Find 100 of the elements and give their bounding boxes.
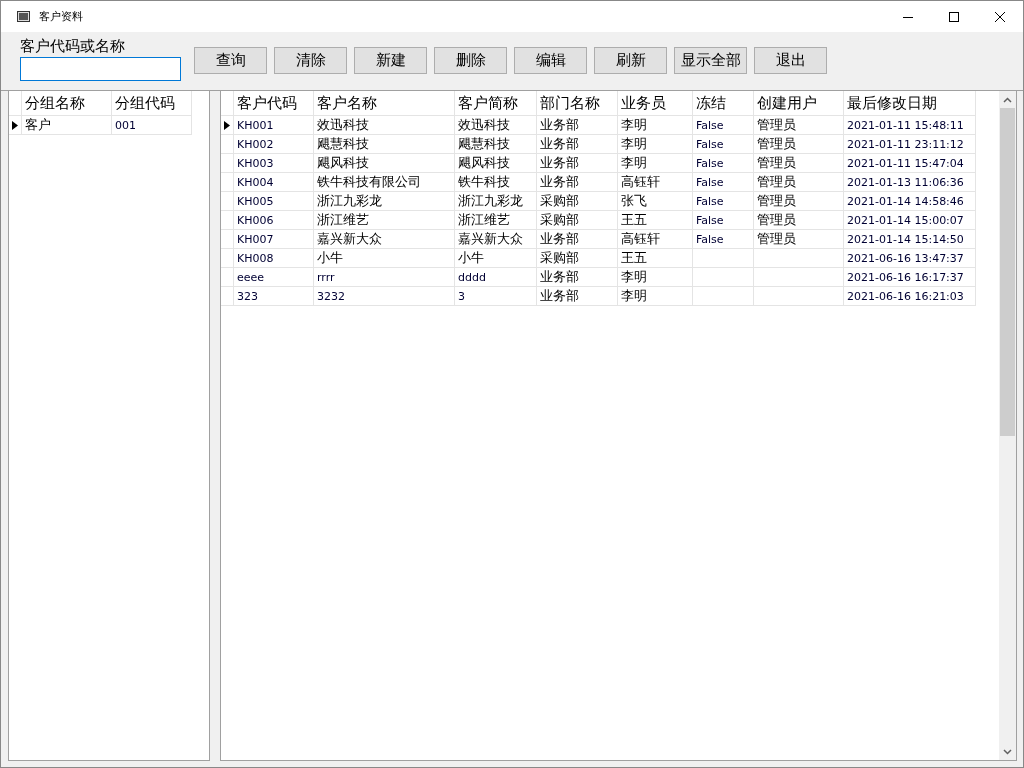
customer-cell: 小牛 [458, 250, 484, 265]
table-row[interactable]: KH001 效迅科技 效迅科技 业务部 李明 False 管理员 2021-01-11 15:48:11 [221, 115, 976, 135]
customer-cell: 管理员 [757, 231, 796, 246]
scrollbar-thumb[interactable] [1000, 108, 1015, 436]
customer-cell: False [696, 156, 724, 170]
customer-cell: 飓慧科技 [458, 136, 510, 151]
toolbar-button[interactable]: 新建 [354, 47, 427, 74]
customer-cell: 2021-01-14 15:14:50 [847, 232, 964, 246]
customer-cell: 采购部 [540, 250, 579, 265]
customer-cell: 管理员 [757, 174, 796, 189]
customer-cell: 高钰轩 [621, 231, 660, 246]
customer-cell: 铁牛科技 [458, 174, 510, 189]
customer-cell: rrrr [317, 270, 335, 284]
customer-cell: KH002 [237, 137, 274, 151]
customer-cell: 管理员 [757, 117, 796, 132]
group-cell: 客户 [25, 117, 51, 132]
table-row[interactable]: KH002 飓慧科技 飓慧科技 业务部 李明 False 管理员 2021-01-11 23:11:12 [221, 134, 976, 154]
customer-cell: False [696, 232, 724, 246]
customer-cell: False [696, 137, 724, 151]
toolbar-button[interactable]: 编辑 [514, 47, 587, 74]
customer-cell: 李明 [621, 269, 647, 284]
customer-cell: 2021-01-11 23:11:12 [847, 137, 964, 151]
column-header[interactable]: 部门名称 [536, 91, 618, 116]
customer-cell: 管理员 [757, 212, 796, 227]
customer-cell: 3232 [317, 289, 345, 303]
customer-cell: 铁牛科技有限公司 [317, 174, 421, 189]
column-header[interactable]: 分组代码 [111, 91, 192, 116]
current-row-icon [12, 120, 18, 130]
table-row[interactable]: 323 3232 3 业务部 李明 2021-06-16 16:21:03 [221, 286, 976, 306]
toolbar-button[interactable]: 退出 [754, 47, 827, 74]
customer-cell: 管理员 [757, 136, 796, 151]
table-row[interactable]: KH008 小牛 小牛 采购部 王五 2021-06-16 13:47:37 [221, 248, 976, 268]
customer-cell: KH008 [237, 251, 274, 265]
table-row[interactable]: KH004 铁牛科技有限公司 铁牛科技 业务部 高钰轩 False 管理员 2021-01-13 11:06:36 [221, 172, 976, 192]
column-header[interactable]: 客户代码 [233, 91, 314, 116]
customer-cell: KH003 [237, 156, 274, 170]
column-header[interactable]: 最后修改日期 [843, 91, 976, 116]
column-header[interactable]: 创建用户 [753, 91, 844, 116]
customer-cell: 2021-01-13 11:06:36 [847, 175, 964, 189]
customer-cell: 2021-01-14 15:00:07 [847, 213, 964, 227]
table-row[interactable]: eeee rrrr dddd 业务部 李明 2021-06-16 16:17:37 [221, 267, 976, 287]
customer-cell: 高钰轩 [621, 174, 660, 189]
customer-cell: 采购部 [540, 212, 579, 227]
window-title: 客户资料 [39, 9, 84, 24]
search-field[interactable] [20, 57, 181, 81]
column-header[interactable]: 业务员 [617, 91, 693, 116]
customer-cell: 管理员 [757, 193, 796, 208]
customer-cell: False [696, 194, 724, 208]
customer-cell: 效迅科技 [317, 117, 369, 132]
customer-cell: 李明 [621, 155, 647, 170]
customer-cell: False [696, 213, 724, 227]
customer-cell: 2021-01-11 15:47:04 [847, 156, 964, 170]
customer-cell: KH007 [237, 232, 274, 246]
customer-cell: 飓风科技 [317, 155, 369, 170]
table-row[interactable]: KH006 浙江维艺 浙江维艺 采购部 王五 False 管理员 2021-01-14 15:00:07 [221, 210, 976, 230]
customer-cell: dddd [458, 270, 486, 284]
customer-cell: 业务部 [540, 136, 579, 151]
column-header[interactable]: 客户简称 [454, 91, 537, 116]
customer-cell: 2021-01-11 15:48:11 [847, 118, 964, 132]
table-row[interactable]: KH003 飓风科技 飓风科技 业务部 李明 False 管理员 2021-01-11 15:47:04 [221, 153, 976, 173]
customer-cell: 飓风科技 [458, 155, 510, 170]
column-header[interactable]: 冻结 [692, 91, 754, 116]
customer-cell: 李明 [621, 136, 647, 151]
customer-cell: 张飞 [621, 193, 647, 208]
customer-cell: 浙江九彩龙 [317, 193, 382, 208]
toolbar-button[interactable]: 查询 [194, 47, 267, 74]
column-header[interactable]: 分组名称 [21, 91, 112, 116]
customer-cell: 浙江九彩龙 [458, 193, 523, 208]
customer-cell: KH005 [237, 194, 274, 208]
customer-cell: 2021-06-16 16:17:37 [847, 270, 964, 284]
customer-cell: 管理员 [757, 155, 796, 170]
customer-cell: 业务部 [540, 117, 579, 132]
customer-cell: KH001 [237, 118, 274, 132]
close-icon[interactable] [995, 11, 1005, 22]
customer-cell: eeee [237, 270, 265, 284]
toolbar-button[interactable]: 删除 [434, 47, 507, 74]
customer-cell: 采购部 [540, 193, 579, 208]
customer-cell: 业务部 [540, 155, 579, 170]
customer-cell: 王五 [621, 250, 647, 265]
window-icon [17, 10, 31, 23]
customer-cell: 323 [237, 289, 258, 303]
toolbar-button[interactable]: 刷新 [594, 47, 667, 74]
customer-cell: 业务部 [540, 269, 579, 284]
customer-cell: 王五 [621, 212, 647, 227]
customer-cell: 2021-01-14 14:58:46 [847, 194, 964, 208]
table-row[interactable]: KH005 浙江九彩龙 浙江九彩龙 采购部 张飞 False 管理员 2021-01-14 14:58:46 [221, 191, 976, 211]
customer-cell: 业务部 [540, 288, 579, 303]
toolbar-button[interactable]: 清除 [274, 47, 347, 74]
toolbar-button[interactable]: 显示全部 [674, 47, 747, 74]
customer-cell: 效迅科技 [458, 117, 510, 132]
group-cell: 001 [115, 118, 136, 132]
customer-cell: 嘉兴新大众 [458, 231, 523, 246]
maximize-icon[interactable] [949, 11, 959, 22]
table-row[interactable]: KH007 嘉兴新大众 嘉兴新大众 业务部 高钰轩 False 管理员 2021-01-14 15:14:50 [221, 229, 976, 249]
customer-cell: 李明 [621, 288, 647, 303]
table-row[interactable]: 客户 001 [9, 115, 192, 135]
column-header[interactable]: 客户名称 [313, 91, 455, 116]
customer-cell: KH004 [237, 175, 274, 189]
current-row-icon [224, 120, 230, 130]
customer-cell: 小牛 [317, 250, 343, 265]
